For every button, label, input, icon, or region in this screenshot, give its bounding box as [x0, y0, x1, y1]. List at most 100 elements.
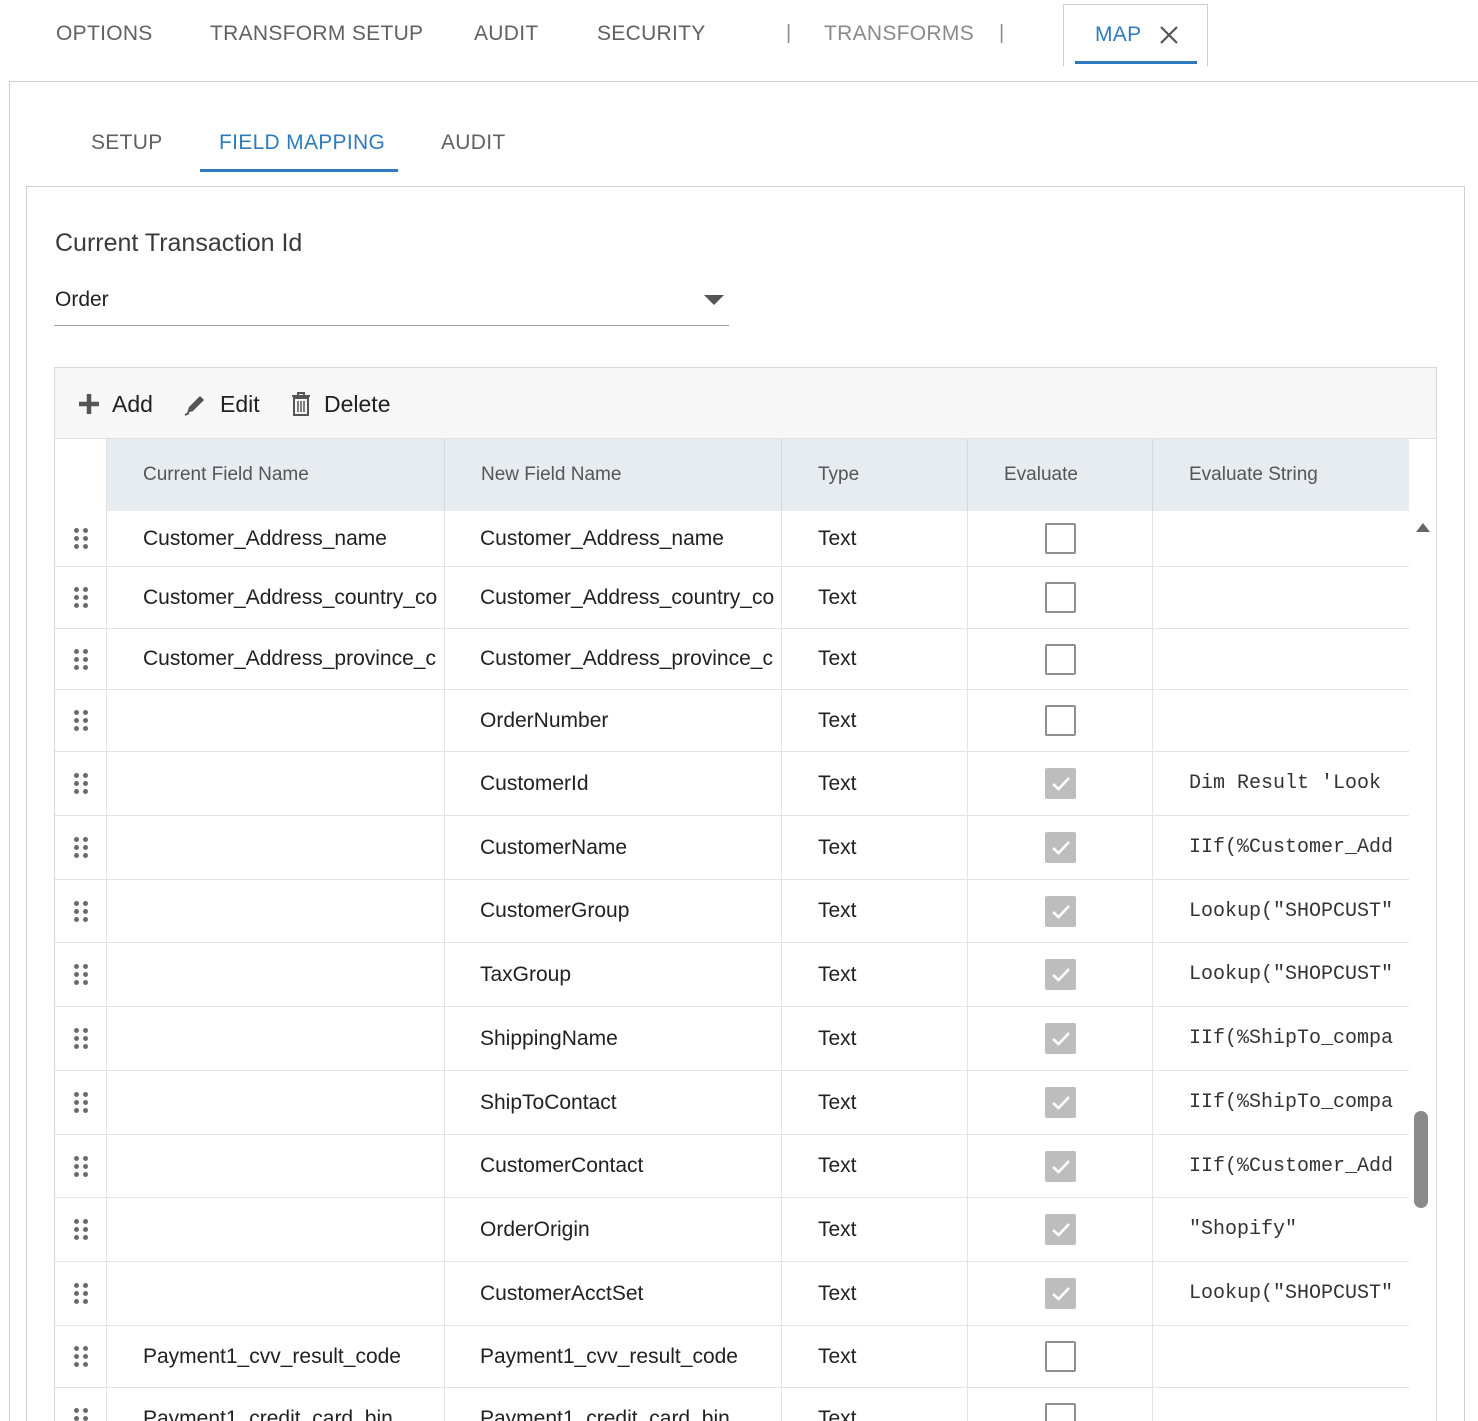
cell-current-field-name[interactable]: Payment1_credit_card_bin [107, 1388, 445, 1421]
row-drag-handle[interactable] [55, 943, 107, 1006]
row-drag-handle[interactable] [55, 1326, 107, 1387]
column-header-evaluate[interactable]: Evaluate [968, 439, 1153, 511]
cell-current-field-name[interactable] [107, 880, 445, 942]
vertical-scrollbar[interactable] [1409, 511, 1436, 1421]
table-row[interactable]: CustomerContact Text IIf(%Customer_Add [55, 1135, 1409, 1198]
tab-transforms[interactable]: TRANSFORMS [824, 22, 974, 46]
cell-type[interactable]: Text [782, 880, 968, 942]
evaluate-checkbox[interactable] [1044, 582, 1076, 613]
evaluate-checkbox[interactable] [1044, 895, 1076, 927]
table-row[interactable]: OrderNumber Text [55, 690, 1409, 752]
row-drag-handle[interactable] [55, 567, 107, 628]
cell-evaluate-string[interactable] [1153, 511, 1409, 566]
table-row[interactable]: ShipToContact Text IIf(%ShipTo_compa [55, 1071, 1409, 1135]
table-row[interactable]: Payment1_cvv_result_code Payment1_cvv_res… [55, 1326, 1409, 1388]
row-drag-handle[interactable] [55, 1007, 107, 1070]
cell-evaluate-string[interactable]: Lookup("SHOPCUST" [1153, 1262, 1409, 1325]
cell-current-field-name[interactable]: Customer_Address_name [107, 511, 445, 566]
tab-map[interactable]: MAP [1063, 4, 1208, 66]
cell-current-field-name[interactable] [107, 752, 445, 815]
row-drag-handle[interactable] [55, 690, 107, 751]
evaluate-checkbox[interactable] [1044, 1150, 1076, 1182]
cell-new-field-name[interactable]: ShippingName [445, 1007, 782, 1070]
evaluate-checkbox[interactable] [1044, 1023, 1076, 1054]
cell-evaluate-string[interactable]: IIf(%ShipTo_compa [1153, 1071, 1409, 1134]
tab-transform-setup[interactable]: TRANSFORM SETUP [210, 22, 423, 46]
table-row[interactable]: CustomerId Text Dim Result 'Look [55, 752, 1409, 816]
evaluate-checkbox[interactable] [1044, 1278, 1076, 1309]
add-button[interactable]: Add [77, 388, 153, 420]
cell-current-field-name[interactable]: Customer_Address_country_co [107, 567, 445, 628]
cell-evaluate-string[interactable] [1153, 1326, 1409, 1387]
cell-type[interactable]: Text [782, 1326, 968, 1387]
cell-evaluate-string[interactable] [1153, 567, 1409, 628]
cell-current-field-name[interactable] [107, 1262, 445, 1325]
cell-current-field-name[interactable] [107, 1135, 445, 1197]
cell-new-field-name[interactable]: OrderNumber [445, 690, 782, 751]
delete-button[interactable]: Delete [289, 388, 390, 420]
cell-evaluate-string[interactable]: Dim Result 'Look [1153, 752, 1409, 815]
cell-current-field-name[interactable] [107, 816, 445, 879]
cell-type[interactable]: Text [782, 567, 968, 628]
column-header-type[interactable]: Type [782, 439, 968, 511]
evaluate-checkbox[interactable] [1044, 768, 1076, 799]
table-row[interactable]: Customer_Address_country_co Customer_Addr… [55, 567, 1409, 629]
column-header-evaluate-string[interactable]: Evaluate String [1153, 439, 1409, 511]
cell-evaluate-string[interactable]: IIf(%Customer_Add [1153, 1135, 1409, 1197]
cell-new-field-name[interactable]: Payment1_credit_card_bin [445, 1388, 782, 1421]
cell-new-field-name[interactable]: CustomerName [445, 816, 782, 879]
tab-options[interactable]: OPTIONS [56, 22, 153, 46]
row-drag-handle[interactable] [55, 816, 107, 879]
cell-type[interactable]: Text [782, 1262, 968, 1325]
cell-new-field-name[interactable]: ShipToContact [445, 1071, 782, 1134]
cell-evaluate-string[interactable] [1153, 629, 1409, 689]
cell-new-field-name[interactable]: CustomerGroup [445, 880, 782, 942]
cell-new-field-name[interactable]: Customer_Address_name [445, 511, 782, 566]
cell-type[interactable]: Text [782, 1135, 968, 1197]
cell-evaluate-string[interactable]: Lookup("SHOPCUST" [1153, 943, 1409, 1006]
cell-type[interactable]: Text [782, 1198, 968, 1261]
cell-current-field-name[interactable] [107, 1071, 445, 1134]
cell-current-field-name[interactable] [107, 1007, 445, 1070]
column-header-current-field[interactable]: Current Field Name [107, 439, 445, 511]
edit-button[interactable]: Edit [183, 388, 260, 420]
cell-evaluate-string[interactable]: IIf(%ShipTo_compa [1153, 1007, 1409, 1070]
subtab-audit[interactable]: AUDIT [441, 131, 506, 155]
cell-type[interactable]: Text [782, 1388, 968, 1421]
row-drag-handle[interactable] [55, 1388, 107, 1421]
cell-evaluate-string[interactable] [1153, 690, 1409, 751]
evaluate-checkbox[interactable] [1044, 832, 1076, 863]
close-icon[interactable] [1156, 22, 1182, 48]
cell-evaluate-string[interactable]: IIf(%Customer_Add [1153, 816, 1409, 879]
cell-type[interactable]: Text [782, 629, 968, 689]
cell-new-field-name[interactable]: Customer_Address_province_c [445, 629, 782, 689]
table-row[interactable]: Payment1_credit_card_bin Payment1_credit_… [55, 1388, 1409, 1421]
cell-new-field-name[interactable]: TaxGroup [445, 943, 782, 1006]
cell-type[interactable]: Text [782, 943, 968, 1006]
cell-type[interactable]: Text [782, 1007, 968, 1070]
table-row[interactable]: TaxGroup Text Lookup("SHOPCUST" [55, 943, 1409, 1007]
cell-current-field-name[interactable] [107, 690, 445, 751]
table-row[interactable]: ShippingName Text IIf(%ShipTo_compa [55, 1007, 1409, 1071]
subtab-field-mapping[interactable]: FIELD MAPPING [219, 131, 385, 155]
table-row[interactable]: CustomerName Text IIf(%Customer_Add [55, 816, 1409, 880]
cell-current-field-name[interactable] [107, 943, 445, 1006]
cell-current-field-name[interactable] [107, 1198, 445, 1261]
cell-current-field-name[interactable]: Customer_Address_province_c [107, 629, 445, 689]
evaluate-checkbox[interactable] [1044, 959, 1076, 990]
tab-audit[interactable]: AUDIT [474, 22, 539, 46]
cell-new-field-name[interactable]: OrderOrigin [445, 1198, 782, 1261]
scrollbar-thumb[interactable] [1414, 1111, 1428, 1208]
evaluate-checkbox[interactable] [1044, 1341, 1076, 1372]
column-header-new-field[interactable]: New Field Name [445, 439, 782, 511]
cell-new-field-name[interactable]: CustomerAcctSet [445, 1262, 782, 1325]
table-row[interactable]: CustomerAcctSet Text Lookup("SHOPCUST" [55, 1262, 1409, 1326]
evaluate-checkbox[interactable] [1044, 1087, 1076, 1118]
evaluate-checkbox[interactable] [1044, 523, 1076, 554]
row-drag-handle[interactable] [55, 1198, 107, 1261]
cell-type[interactable]: Text [782, 511, 968, 566]
evaluate-checkbox[interactable] [1044, 705, 1076, 736]
cell-type[interactable]: Text [782, 690, 968, 751]
row-drag-handle[interactable] [55, 1135, 107, 1197]
table-row[interactable]: CustomerGroup Text Lookup("SHOPCUST" [55, 880, 1409, 943]
